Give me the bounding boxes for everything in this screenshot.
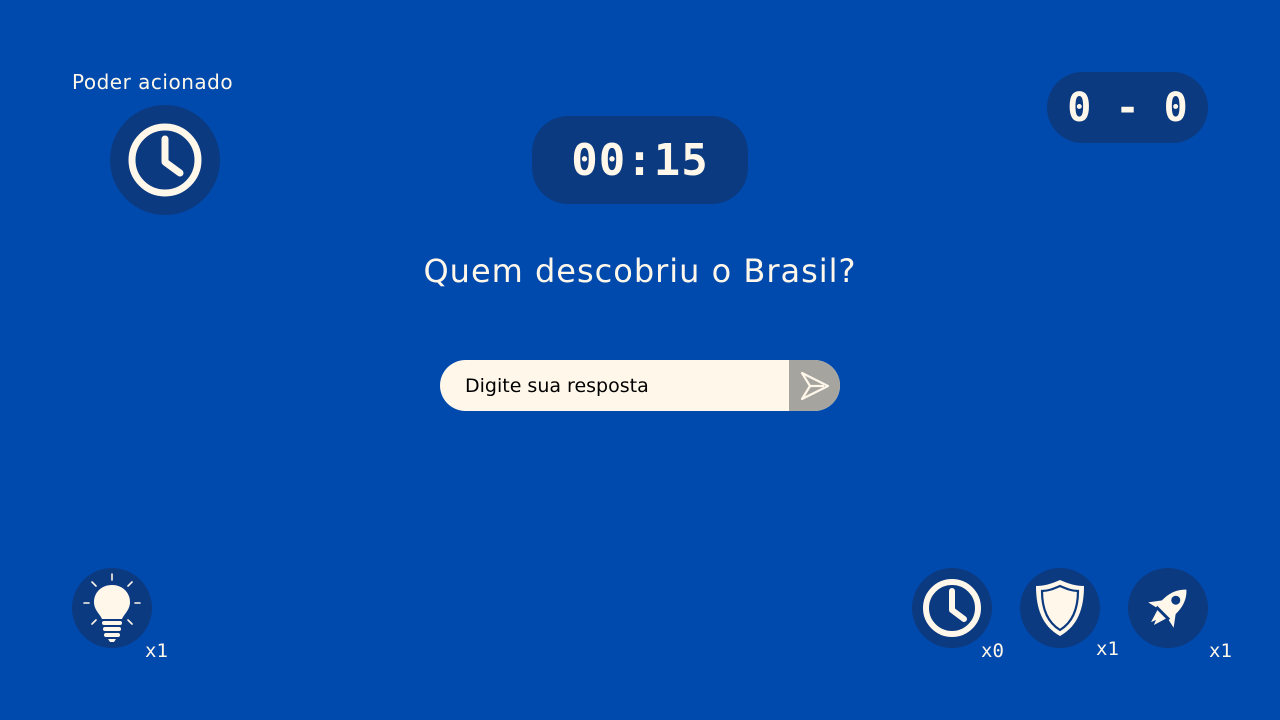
shield-power-count: x1 (1096, 638, 1119, 660)
hint-power-count: x1 (145, 640, 168, 662)
shield-icon (1036, 580, 1084, 636)
time-power-count: x0 (981, 640, 1004, 662)
lightbulb-icon (83, 573, 141, 642)
clock-icon (128, 123, 202, 197)
time-power-button[interactable] (912, 568, 992, 648)
score-value: 0 - 0 (1067, 84, 1188, 131)
timer-value: 00:15 (571, 134, 709, 186)
clock-icon (923, 579, 981, 637)
rocket-power-button[interactable] (1128, 568, 1208, 648)
send-button[interactable] (789, 360, 840, 411)
rocket-power-count: x1 (1209, 640, 1232, 662)
answer-input[interactable] (440, 360, 789, 411)
hint-power-button[interactable] (72, 568, 152, 648)
active-power-indicator (110, 105, 220, 215)
timer-display: 00:15 (532, 116, 748, 204)
rocket-icon (1148, 589, 1187, 628)
shield-power-button[interactable] (1020, 568, 1100, 648)
active-power-label: Poder acionado (72, 70, 234, 94)
question-text: Quem descobriu o Brasil? (423, 252, 857, 290)
score-display: 0 - 0 (1047, 72, 1208, 143)
send-icon (800, 371, 829, 400)
answer-form (440, 360, 840, 411)
